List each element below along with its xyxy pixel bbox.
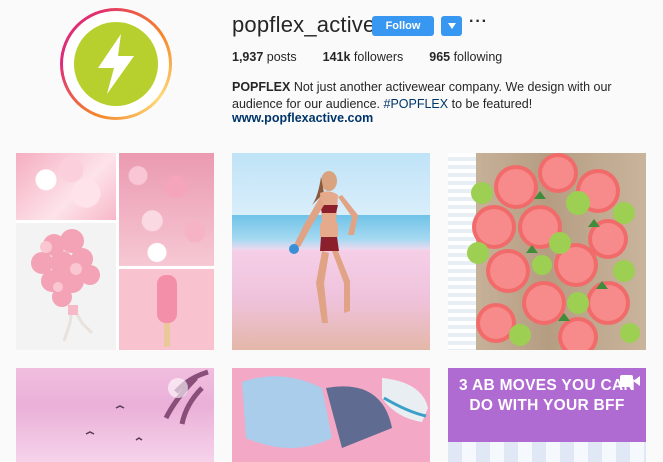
followers-label: followers <box>350 50 404 64</box>
video-camera-icon <box>620 374 640 393</box>
post-video[interactable]: 3 AB MOVES YOU CAN DO WITH YOUR BFF <box>448 368 646 462</box>
posts-stat[interactable]: 1,937 posts <box>232 50 297 64</box>
video-caption-line-1: 3 AB MOVES YOU CAN <box>459 377 635 394</box>
profile-bio: POPFLEX Not just another activewear comp… <box>232 79 647 113</box>
suggestions-dropdown-button[interactable] <box>441 16 462 36</box>
video-caption: 3 AB MOVES YOU CAN DO WITH YOUR BFF <box>448 376 646 416</box>
avatar-inner <box>63 11 169 117</box>
balloons-image <box>16 223 116 350</box>
following-label: following <box>450 50 503 64</box>
caret-down-icon <box>447 23 456 29</box>
follow-button[interactable]: Follow <box>372 16 434 36</box>
post-pink-sky[interactable] <box>16 368 214 462</box>
video-caption-line-2: DO WITH YOUR BFF <box>469 397 625 414</box>
post-bag-sneaker[interactable] <box>232 368 430 462</box>
striped-background <box>448 442 646 462</box>
lightning-bolt-icon <box>98 34 134 94</box>
profile-stats: 1,937 posts 141k followers 965 following <box>232 50 528 64</box>
bio-text-2: to be featured! <box>448 97 533 111</box>
grapefruit-illustration <box>467 153 640 350</box>
posts-label: posts <box>263 50 297 64</box>
more-options-button[interactable]: ··· <box>469 13 488 31</box>
balloons-illustration <box>31 229 100 342</box>
following-count: 965 <box>429 50 451 64</box>
popsicle-illustration <box>157 275 177 347</box>
bio-name: POPFLEX <box>232 80 291 94</box>
profile-username: popflex_active <box>232 12 376 37</box>
profile-avatar[interactable] <box>60 8 172 120</box>
lightning-logo <box>74 22 158 106</box>
website-link[interactable]: www.popflexactive.com <box>232 111 373 125</box>
post-collage[interactable] <box>16 153 214 350</box>
candy-image <box>16 153 116 220</box>
popsicle-image <box>119 269 214 350</box>
bio-hashtag-link[interactable]: #POPFLEX <box>384 97 449 111</box>
following-stat[interactable]: 965 following <box>429 50 502 64</box>
followers-count: 141k <box>322 50 351 64</box>
runner-figure <box>289 171 358 323</box>
post-grapefruit[interactable] <box>448 153 646 350</box>
posts-count: 1,937 <box>232 50 264 64</box>
palm-birds-illustration <box>85 369 209 441</box>
flowers-image <box>119 153 214 266</box>
followers-stat[interactable]: 141k followers <box>323 50 404 64</box>
post-beach-runner[interactable] <box>232 153 430 350</box>
bag-sneaker-illustration <box>242 376 428 448</box>
